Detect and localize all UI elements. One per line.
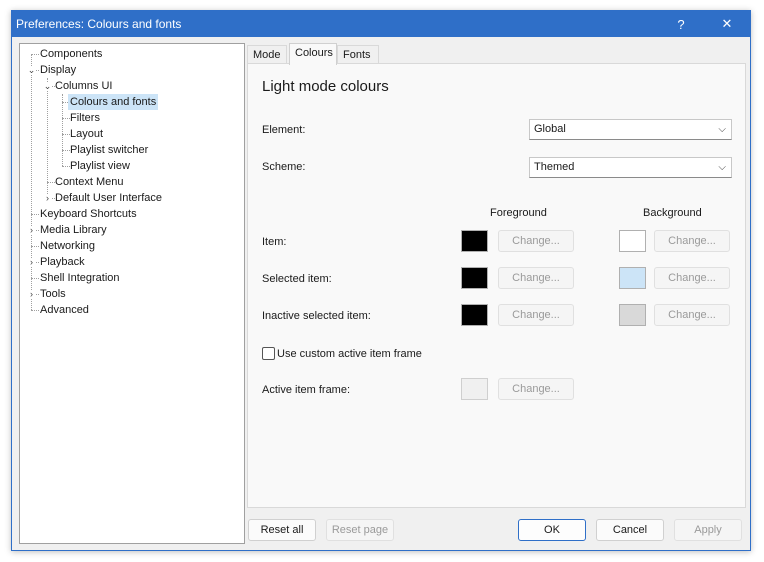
item-background-change-button[interactable]: Change... (654, 230, 730, 252)
scheme-label: Scheme: (262, 161, 306, 173)
chevron-down-icon: ⌵ (718, 162, 726, 173)
window-title: Preferences: Colours and fonts (16, 17, 182, 31)
chevron-right-icon[interactable]: › (27, 290, 36, 299)
item-background-swatch (619, 230, 646, 252)
preferences-window: Preferences: Colours and fonts ? ✕ ⌄ ⌄ ›… (11, 10, 751, 551)
tree-item-shell-integration[interactable]: Shell Integration (38, 270, 122, 286)
scheme-select[interactable]: Themed ⌵ (529, 157, 732, 178)
inactive-selected-item-foreground-swatch (461, 304, 488, 326)
chevron-right-icon[interactable]: › (27, 226, 36, 235)
tree-item-advanced[interactable]: Advanced (38, 302, 91, 318)
custom-active-item-frame-label[interactable]: Use custom active item frame (277, 348, 422, 360)
item-foreground-swatch (461, 230, 488, 252)
preferences-tree[interactable]: ⌄ ⌄ › › › › Components Display Columns U… (19, 43, 245, 544)
cancel-button[interactable]: Cancel (596, 519, 664, 541)
tab-colours[interactable]: Colours (289, 43, 337, 65)
apply-button[interactable]: Apply (674, 519, 742, 541)
reset-page-button[interactable]: Reset page (326, 519, 394, 541)
inactive-selected-item-foreground-change-button[interactable]: Change... (498, 304, 574, 326)
tab-fonts[interactable]: Fonts (337, 45, 379, 64)
tree-item-tools[interactable]: Tools (38, 286, 68, 302)
active-item-frame-label: Active item frame: (262, 384, 351, 396)
element-select-value: Global (534, 123, 566, 135)
title-bar[interactable]: Preferences: Colours and fonts ? ✕ (12, 11, 750, 37)
close-icon: ✕ (721, 16, 733, 31)
selected-item-foreground-swatch (461, 267, 488, 289)
chevron-down-icon: ⌵ (718, 124, 726, 135)
selected-item-foreground-change-button[interactable]: Change... (498, 267, 574, 289)
element-select[interactable]: Global ⌵ (529, 119, 732, 140)
scheme-select-value: Themed (534, 161, 575, 173)
background-header: Background (643, 207, 702, 219)
tree-item-filters[interactable]: Filters (68, 110, 102, 126)
tree-item-playlist-view[interactable]: Playlist view (68, 158, 132, 174)
tree-item-colours-and-fonts[interactable]: Colours and fonts (68, 94, 159, 110)
tree-connector (31, 54, 32, 310)
chevron-down-icon[interactable]: ⌄ (27, 66, 36, 75)
active-item-frame-change-button[interactable]: Change... (498, 378, 574, 400)
tree-item-layout[interactable]: Layout (68, 126, 105, 142)
element-label: Element: (262, 124, 306, 136)
chevron-down-icon[interactable]: ⌄ (43, 82, 52, 91)
tree-item-display[interactable]: Display (38, 62, 78, 78)
active-item-frame-swatch (461, 378, 488, 400)
tree-item-media-library[interactable]: Media Library (38, 222, 109, 238)
inactive-selected-item-label: Inactive selected item: (262, 310, 371, 322)
tree-item-columns-ui[interactable]: Columns UI (53, 78, 114, 94)
help-button[interactable]: ? (658, 11, 704, 37)
chevron-right-icon[interactable]: › (43, 194, 52, 203)
tree-item-playback[interactable]: Playback (38, 254, 87, 270)
foreground-header: Foreground (490, 207, 547, 219)
close-button[interactable]: ✕ (704, 11, 750, 37)
selected-item-background-change-button[interactable]: Change... (654, 267, 730, 289)
inactive-selected-item-background-swatch (619, 304, 646, 326)
custom-active-item-frame-checkbox[interactable] (262, 347, 275, 360)
ok-button[interactable]: OK (518, 519, 586, 541)
item-foreground-change-button[interactable]: Change... (498, 230, 574, 252)
tree-connector (47, 78, 48, 198)
tab-mode[interactable]: Mode (247, 45, 287, 64)
tree-item-components[interactable]: Components (38, 46, 104, 62)
chevron-right-icon[interactable]: › (27, 258, 36, 267)
help-icon: ? (677, 16, 685, 32)
tree-item-context-menu[interactable]: Context Menu (53, 174, 125, 190)
tree-item-networking[interactable]: Networking (38, 238, 97, 254)
colours-panel: Light mode colours Element: Global ⌵ Sch… (247, 63, 746, 508)
tree-item-default-user-interface[interactable]: Default User Interface (53, 190, 164, 206)
selected-item-background-swatch (619, 267, 646, 289)
selected-item-label: Selected item: (262, 273, 332, 285)
tree-item-playlist-switcher[interactable]: Playlist switcher (68, 142, 150, 158)
reset-all-button[interactable]: Reset all (248, 519, 316, 541)
tree-item-keyboard-shortcuts[interactable]: Keyboard Shortcuts (38, 206, 139, 222)
item-label: Item: (262, 236, 287, 248)
panel-title: Light mode colours (262, 78, 389, 95)
inactive-selected-item-background-change-button[interactable]: Change... (654, 304, 730, 326)
tree-connector (62, 94, 63, 166)
